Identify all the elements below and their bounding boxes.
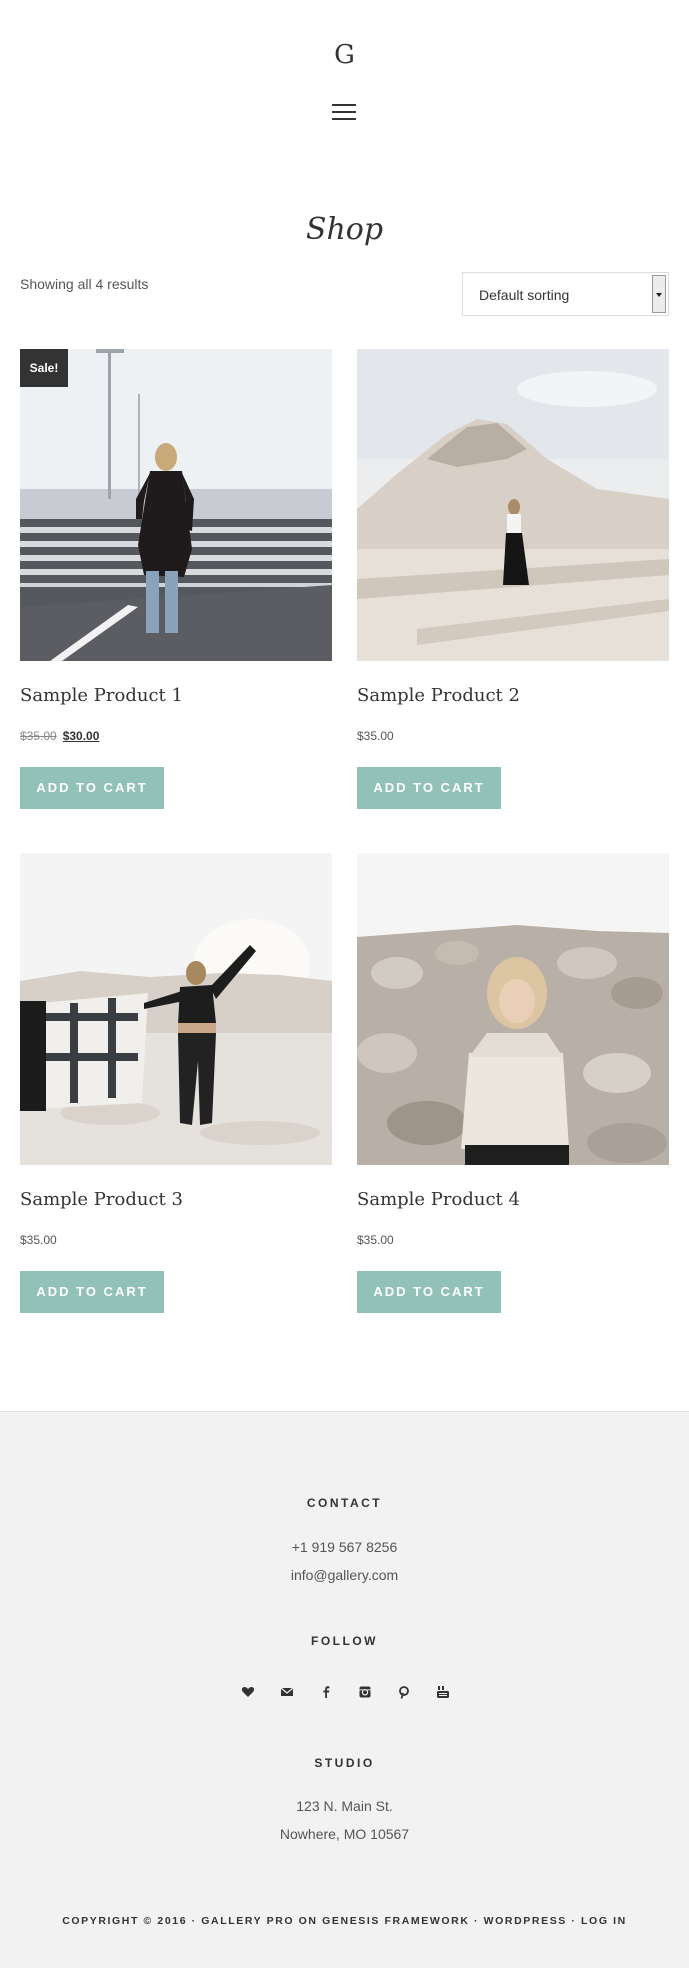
product-price: $35.00 [20,1233,57,1247]
sale-badge: Sale! [20,349,68,387]
email-icon[interactable] [277,1682,297,1702]
social-links [238,1682,451,1702]
product-image[interactable] [20,853,332,1165]
product-title[interactable]: Sample Product 4 [357,1189,520,1210]
copyright: COPYRIGHT © 2016 · GALLERY PRO ON GENESI… [0,1915,689,1927]
product-image[interactable] [357,853,669,1165]
product-card: Sample Product 2 $35.00 ADD TO CART [357,349,669,809]
studio-heading: STUDIO [314,1756,375,1770]
product-photo-4 [357,853,669,1165]
youtube-icon[interactable] [433,1682,453,1702]
page: G Shop Showing all 4 results Default sor… [0,0,689,1968]
menu-bar [332,111,356,113]
follow-heading: FOLLOW [311,1634,378,1648]
product-photo-2 [357,349,669,661]
page-title: Shop [305,212,384,247]
add-to-cart-button[interactable]: ADD TO CART [357,1271,501,1313]
contact-email: info@gallery.com [0,1567,689,1583]
product-card: Sample Product 3 $35.00 ADD TO CART [20,853,332,1313]
login-link[interactable]: LOG IN [581,1915,627,1927]
copyright-on: ON [294,1915,323,1927]
copyright-prefix: COPYRIGHT © 2016 · [62,1915,202,1927]
wordpress-link[interactable]: WORDPRESS [484,1915,567,1927]
product-title[interactable]: Sample Product 3 [20,1189,183,1210]
product-photo-1 [20,349,332,661]
framework-link[interactable]: GENESIS FRAMEWORK [322,1915,469,1927]
site-header: G [0,0,689,160]
instagram-icon[interactable] [355,1682,375,1702]
add-to-cart-button[interactable]: ADD TO CART [20,767,164,809]
product-price: $35.00 [357,729,394,743]
studio-address-line2: Nowhere, MO 10567 [279,1826,410,1842]
hamburger-menu-icon[interactable] [332,104,356,122]
product-image[interactable] [357,349,669,661]
copyright-separator: · [566,1915,582,1927]
sale-price: $30.00 [62,729,100,743]
product-title[interactable]: Sample Product 1 [20,685,183,706]
pinterest-icon[interactable] [394,1682,414,1702]
heart-icon[interactable] [238,1682,258,1702]
menu-bar [332,118,356,120]
email-link[interactable]: info@gallery.com [291,1567,398,1583]
product-image[interactable]: Sale! [20,349,332,661]
dropdown-arrow-icon[interactable] [652,275,666,313]
site-footer: CONTACT +1 919 567 8256 info@gallery.com… [0,1411,689,1968]
contact-phone: +1 919 567 8256 [291,1539,398,1555]
sort-selected-value: Default sorting [479,287,570,303]
product-card: Sample Product 4 $35.00 ADD TO CART [357,853,669,1313]
add-to-cart-button[interactable]: ADD TO CART [20,1271,164,1313]
facebook-icon[interactable] [316,1682,336,1702]
product-price: $35.00 [357,1233,394,1247]
product-photo-3 [20,853,332,1165]
contact-heading: CONTACT [306,1496,383,1510]
product-title[interactable]: Sample Product 2 [357,685,520,706]
studio-address-line1: 123 N. Main St. [296,1798,393,1814]
product-card: Sale! Sample Product 1 $35.00 $30.00 ADD… [20,349,332,809]
site-logo[interactable]: G [0,40,689,70]
sort-select[interactable]: Default sorting [462,272,669,316]
result-count: Showing all 4 results [20,276,149,292]
copyright-separator: · [469,1915,484,1927]
theme-link[interactable]: GALLERY PRO [201,1915,294,1927]
add-to-cart-button[interactable]: ADD TO CART [357,767,501,809]
menu-bar [332,104,356,106]
regular-price: $35.00 [20,729,57,743]
product-price: $35.00 $30.00 [20,729,99,743]
